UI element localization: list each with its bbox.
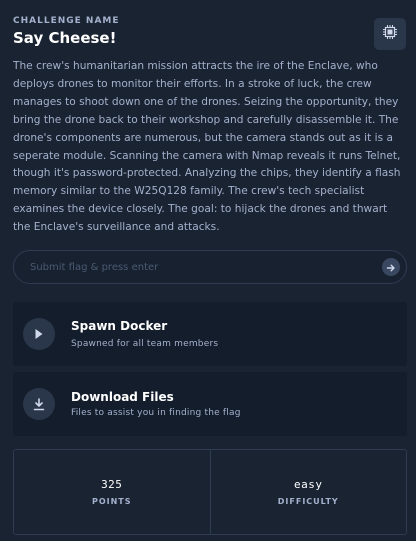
difficulty-value: easy	[294, 478, 323, 491]
spawn-docker-title: Spawn Docker	[71, 319, 168, 333]
points-value: 325	[101, 478, 123, 491]
download-files-title: Download Files	[71, 390, 174, 404]
flag-input[interactable]	[30, 261, 382, 273]
flag-submit-box	[13, 250, 407, 284]
challenge-stats: 325 POINTS easy DIFFICULTY	[13, 449, 407, 535]
spawn-docker-subtitle: Spawned for all team members	[71, 339, 219, 349]
play-icon	[23, 318, 55, 350]
points-label: POINTS	[91, 497, 132, 506]
download-icon	[23, 388, 55, 420]
arrow-right-icon	[386, 258, 396, 277]
challenge-header: CHALLENGE NAME Say Cheese!	[13, 16, 406, 56]
difficulty-stat: easy DIFFICULTY	[209, 450, 407, 534]
chip-icon	[382, 24, 398, 44]
download-files-card[interactable]: Download Files Files to assist you in fi…	[13, 372, 407, 436]
points-stat: 325 POINTS	[14, 450, 210, 534]
challenge-description: The crew's humanitarian mission attracts…	[13, 60, 401, 234]
challenge-title: Say Cheese!	[13, 29, 117, 47]
spawn-docker-card[interactable]: Spawn Docker Spawned for all team member…	[13, 302, 407, 366]
chip-button[interactable]	[374, 18, 406, 50]
download-files-subtitle: Files to assist you in finding the flag	[71, 408, 241, 418]
submit-flag-button[interactable]	[382, 258, 400, 276]
difficulty-label: DIFFICULTY	[277, 497, 339, 506]
challenge-name-label: CHALLENGE NAME	[13, 16, 120, 26]
